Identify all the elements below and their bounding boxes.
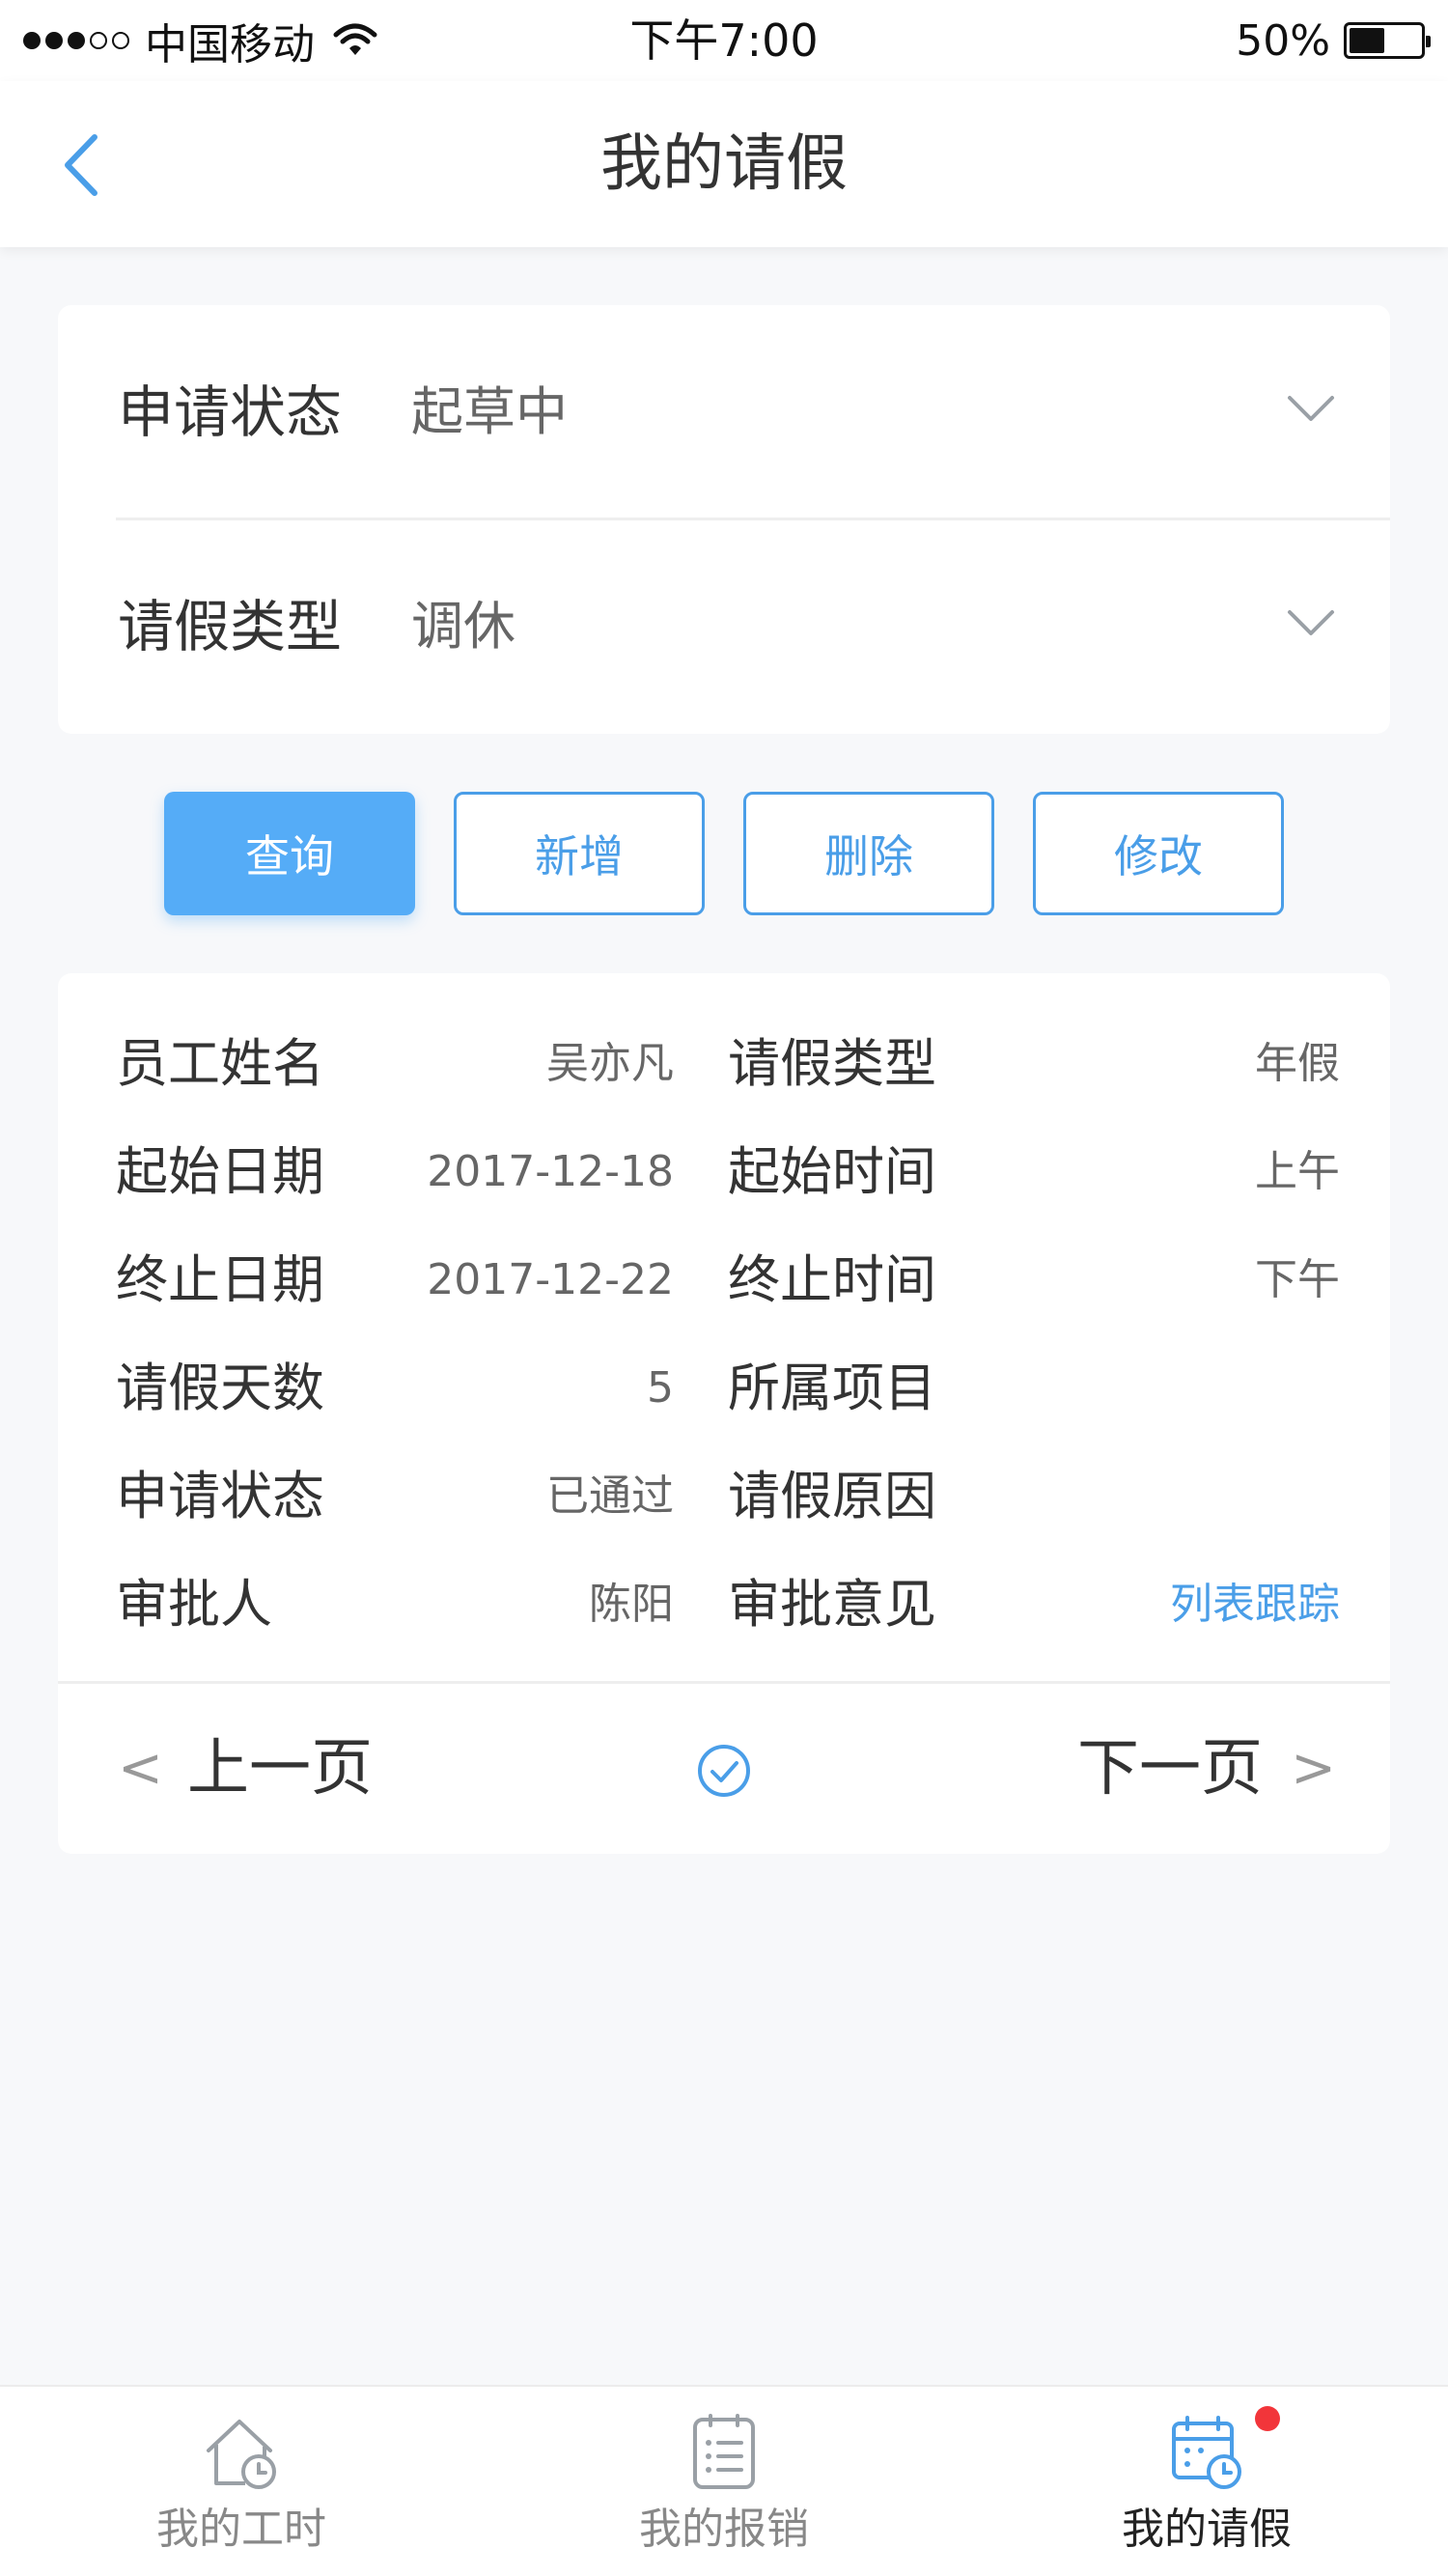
detail-label: 起始日期 — [116, 1141, 324, 1202]
tab-work-hours[interactable]: 我的工时 — [0, 2387, 483, 2576]
filter-card: 申请状态 起草中 请假类型 调休 — [58, 305, 1390, 734]
filter-label: 申请状态 — [118, 379, 343, 445]
filter-status-select[interactable]: 申请状态 起草中 — [58, 305, 1390, 519]
add-button[interactable]: 新增 — [454, 792, 705, 915]
tab-label: 我的报销 — [639, 2505, 809, 2554]
chevron-down-icon — [1288, 396, 1334, 421]
detail-label: 请假天数 — [116, 1358, 324, 1418]
battery-fill — [1350, 28, 1384, 53]
detail-value: 下午 — [1255, 1255, 1340, 1304]
detail-row: 申请状态 已通过 请假原因 — [58, 1442, 1390, 1551]
detail-value: 5 — [647, 1363, 674, 1413]
detail-label: 请假原因 — [728, 1466, 936, 1526]
detail-value — [1031, 1442, 1340, 1551]
detail-row: 请假天数 5 所属项目 — [58, 1334, 1390, 1442]
detail-row: 员工姓名 吴亦凡 请假类型 年假 — [58, 1010, 1390, 1118]
detail-label: 所属项目 — [728, 1358, 936, 1418]
prev-page-button[interactable]: 上一页 — [187, 1684, 373, 1854]
detail-label: 终止时间 — [728, 1249, 936, 1310]
check-circle-icon[interactable] — [695, 1742, 753, 1800]
detail-label: 申请状态 — [116, 1466, 324, 1526]
detail-row: 审批人 陈阳 审批意见 列表跟踪 — [58, 1551, 1390, 1659]
list-icon — [693, 2414, 755, 2489]
status-right: 50% — [1236, 10, 1431, 71]
prev-arrow-icon[interactable]: < — [118, 1684, 163, 1854]
filter-label: 请假类型 — [118, 594, 343, 659]
navigation-bar: 我的请假 — [0, 81, 1448, 247]
next-page-button[interactable]: 下一页 — [1077, 1684, 1263, 1854]
query-button[interactable]: 查询 — [164, 792, 415, 915]
chevron-left-icon — [65, 134, 97, 196]
battery-icon — [1344, 22, 1431, 59]
carrier-name: 中国移动 — [145, 20, 315, 70]
detail-value: 陈阳 — [589, 1580, 674, 1629]
status-bar: 中国移动 下午7:00 50% — [0, 0, 1448, 81]
detail-value: 已通过 — [546, 1471, 674, 1521]
battery-percentage: 50% — [1236, 15, 1330, 66]
detail-label: 审批意见 — [728, 1574, 936, 1635]
detail-value — [1031, 1334, 1340, 1442]
detail-row: 终止日期 2017-12-22 终止时间 下午 — [58, 1226, 1390, 1334]
status-left: 中国移动 — [23, 10, 378, 71]
edit-button[interactable]: 修改 — [1033, 792, 1284, 915]
bottom-tab-bar: 我的工时 我的报销 我的请假 — [0, 2385, 1448, 2576]
detail-label: 审批人 — [116, 1574, 272, 1635]
detail-value: 2017-12-18 — [427, 1147, 674, 1196]
house-clock-icon — [207, 2420, 276, 2489]
next-arrow-icon[interactable]: > — [1291, 1684, 1336, 1854]
filter-value: 起草中 — [411, 381, 568, 442]
notification-badge — [1255, 2406, 1280, 2431]
tab-label: 我的工时 — [156, 2505, 326, 2554]
detail-value: 2017-12-22 — [427, 1255, 674, 1304]
filter-leave-type-select[interactable]: 请假类型 调休 — [58, 519, 1390, 734]
leave-detail-card: 员工姓名 吴亦凡 请假类型 年假 起始日期 2017-12-18 起始时间 上午… — [58, 973, 1390, 1854]
detail-value: 年假 — [1255, 1039, 1340, 1088]
back-button[interactable] — [52, 127, 110, 203]
detail-value: 吴亦凡 — [546, 1039, 674, 1088]
detail-label: 终止日期 — [116, 1249, 324, 1310]
detail-label: 请假类型 — [728, 1033, 936, 1094]
tab-label: 我的请假 — [1122, 2505, 1292, 2554]
detail-label: 起始时间 — [728, 1141, 936, 1202]
wifi-icon — [332, 23, 378, 58]
filter-value: 调休 — [411, 596, 515, 657]
tab-reimbursement[interactable]: 我的报销 — [483, 2387, 965, 2576]
detail-row: 起始日期 2017-12-18 起始时间 上午 — [58, 1118, 1390, 1226]
delete-button[interactable]: 删除 — [743, 792, 994, 915]
detail-label: 员工姓名 — [116, 1033, 324, 1094]
detail-value: 上午 — [1255, 1147, 1340, 1196]
list-tracking-link[interactable]: 列表跟踪 — [1031, 1551, 1340, 1659]
pager: < 上一页 下一页 > — [58, 1684, 1390, 1854]
tab-my-leave[interactable]: 我的请假 — [965, 2387, 1448, 2576]
calendar-clock-icon — [1172, 2416, 1241, 2489]
signal-strength-icon — [23, 32, 129, 49]
chevron-down-icon — [1288, 610, 1334, 635]
page-title: 我的请假 — [600, 128, 848, 200]
